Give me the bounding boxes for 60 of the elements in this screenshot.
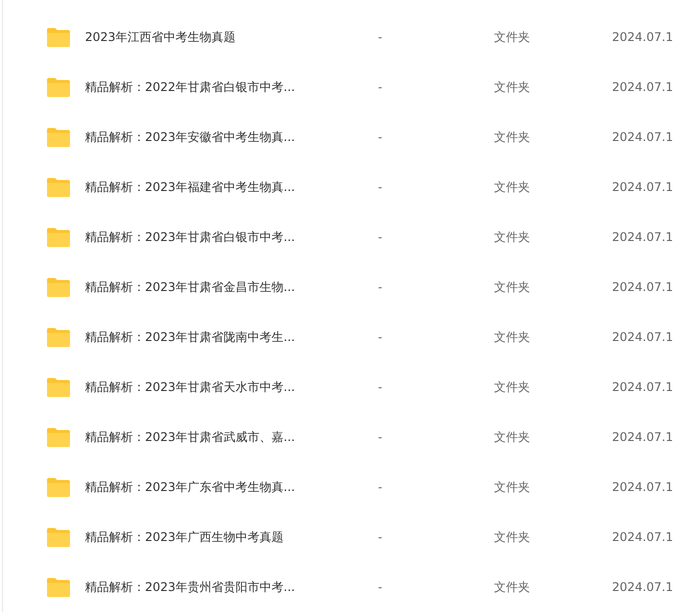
modified-date: 2024.07.1 bbox=[612, 279, 674, 296]
file-type: 文件夹 bbox=[494, 379, 531, 396]
file-type: 文件夹 bbox=[494, 229, 531, 246]
file-size: - bbox=[378, 329, 384, 346]
folder-icon bbox=[46, 126, 71, 148]
modified-date: 2024.07.1 bbox=[612, 29, 674, 46]
modified-date: 2024.07.1 bbox=[612, 179, 674, 196]
file-name[interactable]: 2023年江西省中考生物真题 bbox=[85, 28, 375, 46]
modified-date: 2024.07.1 bbox=[612, 479, 674, 496]
file-type: 文件夹 bbox=[494, 579, 531, 596]
file-type: 文件夹 bbox=[494, 429, 531, 446]
folder-icon bbox=[46, 576, 71, 598]
file-name[interactable]: 精品解析：2023年广东省中考生物真... bbox=[85, 478, 375, 496]
file-name[interactable]: 精品解析：2023年广西生物中考真题 bbox=[85, 528, 375, 546]
file-name[interactable]: 精品解析：2023年甘肃省武威市、嘉... bbox=[85, 428, 375, 446]
folder-icon bbox=[46, 376, 71, 398]
file-type: 文件夹 bbox=[494, 179, 531, 196]
folder-icon bbox=[46, 326, 71, 348]
file-size: - bbox=[378, 279, 384, 296]
folder-icon bbox=[46, 176, 71, 198]
folder-icon bbox=[46, 76, 71, 98]
file-size: - bbox=[378, 229, 384, 246]
file-name[interactable]: 精品解析：2023年贵州省贵阳市中考... bbox=[85, 578, 375, 596]
file-size: - bbox=[378, 579, 384, 596]
modified-date: 2024.07.1 bbox=[612, 429, 674, 446]
file-size: - bbox=[378, 79, 384, 96]
file-size: - bbox=[378, 29, 384, 46]
modified-date: 2024.07.1 bbox=[612, 79, 674, 96]
file-name[interactable]: 精品解析：2023年甘肃省金昌市生物... bbox=[85, 278, 375, 296]
file-type: 文件夹 bbox=[494, 279, 531, 296]
modified-date: 2024.07.1 bbox=[612, 579, 674, 596]
modified-date: 2024.07.1 bbox=[612, 229, 674, 246]
folder-icon bbox=[46, 26, 71, 48]
file-type: 文件夹 bbox=[494, 329, 531, 346]
file-size: - bbox=[378, 129, 384, 146]
file-size: - bbox=[378, 479, 384, 496]
file-name[interactable]: 精品解析：2022年甘肃省白银市中考... bbox=[85, 78, 375, 96]
file-type: 文件夹 bbox=[494, 479, 531, 496]
modified-date: 2024.07.1 bbox=[612, 529, 674, 546]
file-size: - bbox=[378, 379, 384, 396]
file-size: - bbox=[378, 529, 384, 546]
folder-icon bbox=[46, 426, 71, 448]
modified-date: 2024.07.1 bbox=[612, 129, 674, 146]
file-size: - bbox=[378, 429, 384, 446]
file-name[interactable]: 精品解析：2023年安徽省中考生物真... bbox=[85, 128, 375, 146]
file-size: - bbox=[378, 179, 384, 196]
file-name[interactable]: 精品解析：2023年甘肃省天水市中考... bbox=[85, 378, 375, 396]
file-type: 文件夹 bbox=[494, 529, 531, 546]
folder-icon bbox=[46, 476, 71, 498]
modified-date: 2024.07.1 bbox=[612, 379, 674, 396]
file-type: 文件夹 bbox=[494, 129, 531, 146]
file-name[interactable]: 精品解析：2023年福建省中考生物真... bbox=[85, 178, 375, 196]
folder-icon bbox=[46, 226, 71, 248]
folder-icon bbox=[46, 526, 71, 548]
folder-icon bbox=[46, 276, 71, 298]
file-type: 文件夹 bbox=[494, 29, 531, 46]
file-name[interactable]: 精品解析：2023年甘肃省陇南中考生... bbox=[85, 328, 375, 346]
file-name[interactable]: 精品解析：2023年甘肃省白银市中考... bbox=[85, 228, 375, 246]
file-type: 文件夹 bbox=[494, 79, 531, 96]
modified-date: 2024.07.1 bbox=[612, 329, 674, 346]
